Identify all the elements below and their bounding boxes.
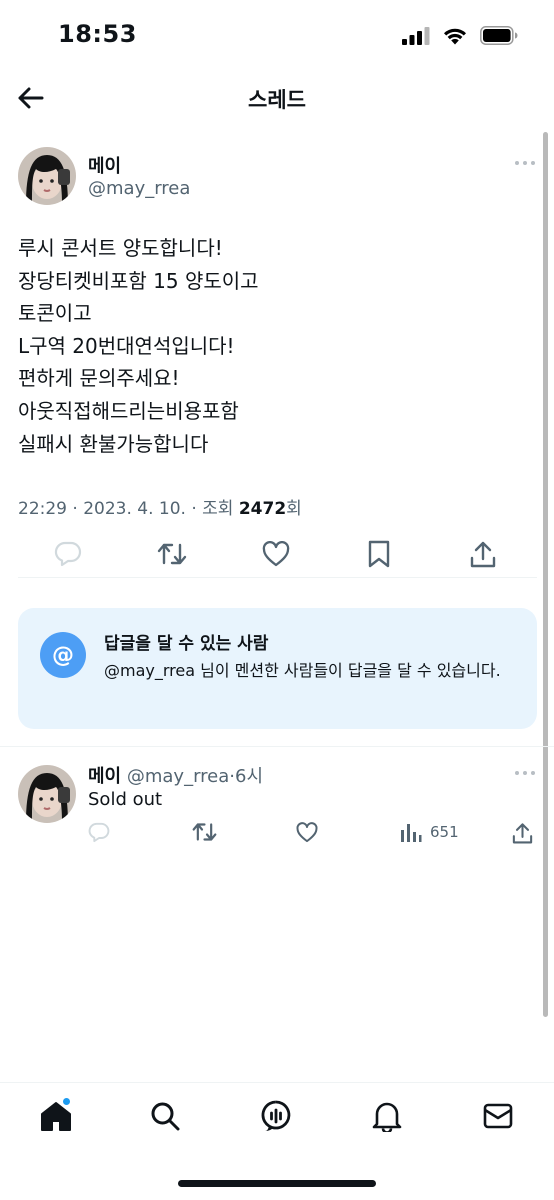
avatar[interactable] xyxy=(18,147,76,205)
tweet-line: 토콘이고 xyxy=(18,301,92,326)
tweet-line: 실패시 환불가능합니다 xyxy=(18,431,209,456)
retweet-icon xyxy=(192,823,217,841)
reply-settings-description: @may_rrea 님이 멘션한 사람들이 답글을 달 수 있습니다. xyxy=(104,661,501,680)
divider xyxy=(18,577,537,578)
reply-like-button[interactable] xyxy=(296,822,318,843)
tweet-line: 편하게 문의주세요! xyxy=(18,366,180,391)
tweet-meta: 22:29 · 2023. 4. 10. · 조회 2472회 xyxy=(18,494,302,519)
battery-icon xyxy=(480,26,518,45)
notification-dot xyxy=(62,1097,71,1106)
bar-chart-icon xyxy=(401,824,422,842)
more-horizontal-icon xyxy=(515,161,519,165)
reply-header: 메이 @may_rrea·6시 xyxy=(88,762,263,788)
reply-more-button[interactable] xyxy=(515,771,535,775)
reply-icon xyxy=(88,822,110,843)
like-button[interactable] xyxy=(260,538,292,570)
reply-settings-card: @ 답글을 달 수 있는 사람 @may_rrea 님이 멘션한 사람들이 답글… xyxy=(18,608,537,729)
status-bar: 18:53 xyxy=(0,0,554,70)
more-horizontal-icon xyxy=(515,771,519,775)
reply-button[interactable] xyxy=(52,538,84,570)
tweet-line: 아웃직접해드리는비용포함 xyxy=(18,398,239,423)
reply-action-bar: 651 xyxy=(0,818,554,852)
reply-author-name[interactable]: 메이 xyxy=(88,766,121,787)
more-dot xyxy=(523,771,527,775)
bookmark-button[interactable] xyxy=(363,538,395,570)
reply-settings-title: 답글을 달 수 있는 사람 xyxy=(104,634,269,654)
share-icon xyxy=(512,823,533,844)
tweet-line: L구역 20번대연석입니다! xyxy=(18,333,235,358)
search-icon xyxy=(151,1102,180,1131)
reply-time: ·6시 xyxy=(229,766,264,787)
bell-icon xyxy=(372,1102,402,1132)
reply-retweet-button[interactable] xyxy=(192,822,217,842)
mail-icon xyxy=(483,1103,513,1129)
divider xyxy=(0,746,554,747)
cellular-signal-icon xyxy=(402,26,430,45)
tweet-line: 루시 콘서트 양도합니다! xyxy=(18,236,223,260)
heart-icon xyxy=(262,541,290,567)
reply-text: Sold out xyxy=(88,789,163,810)
page-title: 스레드 xyxy=(248,88,306,112)
at-sign-icon: @ xyxy=(40,632,86,678)
wifi-icon xyxy=(444,28,466,45)
tweet-text: 루시 콘서트 양도합니다! 장당티켓비포함 15 양도이고 토콘이고 L구역 2… xyxy=(18,232,518,460)
tweet-action-bar xyxy=(0,534,554,574)
author-handle[interactable]: @may_rrea xyxy=(88,178,190,199)
reply-view-count: 651 xyxy=(430,823,459,841)
more-dot xyxy=(531,771,535,775)
share-icon xyxy=(470,541,496,568)
more-dot xyxy=(523,161,527,165)
tab-messages[interactable] xyxy=(481,1099,515,1133)
reply-views-button[interactable]: 651 xyxy=(400,822,459,842)
view-count[interactable]: 2472 xyxy=(239,499,286,519)
tab-notifications[interactable] xyxy=(370,1099,404,1133)
reply-icon xyxy=(54,541,82,567)
nav-header: 스레드 xyxy=(0,70,554,128)
retweet-icon xyxy=(157,543,187,565)
author-name[interactable]: 메이 xyxy=(88,152,121,178)
more-button[interactable] xyxy=(515,161,535,165)
reply-share-button[interactable] xyxy=(512,822,533,844)
status-icons xyxy=(402,26,518,45)
heart-icon xyxy=(296,822,318,843)
tab-home[interactable] xyxy=(39,1097,73,1133)
bookmark-icon xyxy=(368,540,390,568)
tweet-line: 장당티켓비포함 15 양도이고 xyxy=(18,268,259,293)
home-indicator[interactable] xyxy=(178,1180,376,1187)
reply-avatar[interactable] xyxy=(18,765,76,823)
tweet-timestamp: 22:29 · 2023. 4. 10. · 조회 xyxy=(18,499,239,519)
tab-search[interactable] xyxy=(148,1099,182,1133)
reply-reply-button[interactable] xyxy=(88,822,110,843)
view-count-suffix: 회 xyxy=(286,499,302,519)
more-dot xyxy=(531,161,535,165)
tab-spaces[interactable] xyxy=(259,1099,293,1133)
spaces-icon xyxy=(261,1100,291,1131)
share-button[interactable] xyxy=(467,538,499,570)
reply-author-handle[interactable]: @may_rrea xyxy=(127,766,229,787)
status-time: 18:53 xyxy=(58,20,137,48)
retweet-button[interactable] xyxy=(156,538,188,570)
scrollbar[interactable] xyxy=(543,132,548,1017)
